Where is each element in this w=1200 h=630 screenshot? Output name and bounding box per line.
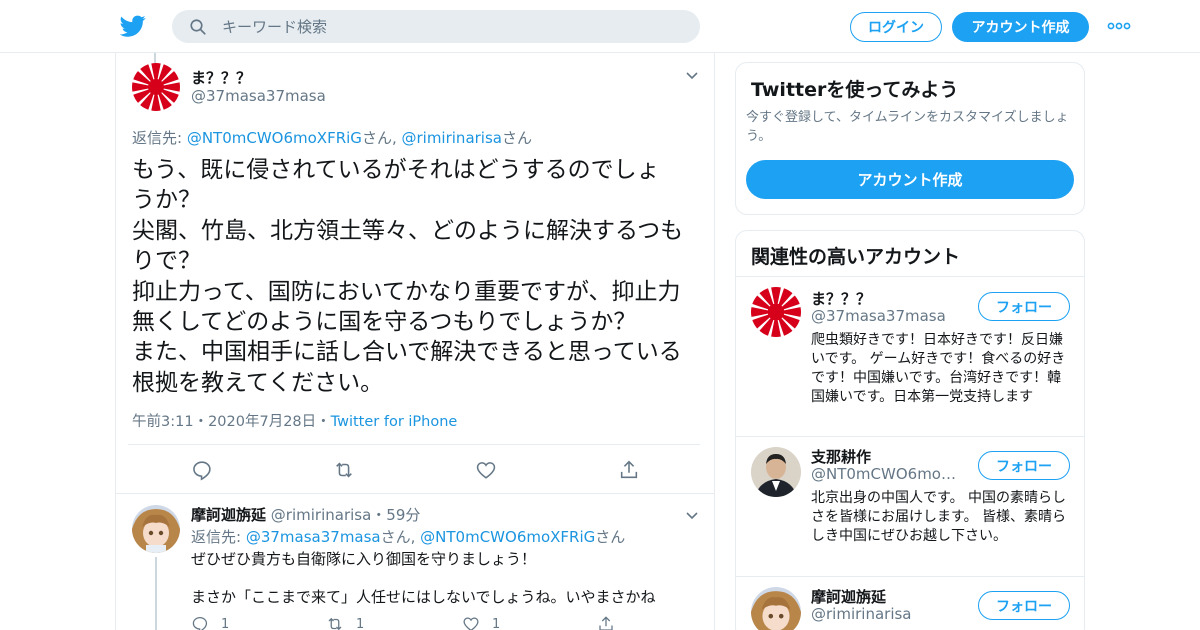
retweet-count-group[interactable]: 1 [326,615,364,630]
card-subtitle: 今すぐ登録して、タイムラインをカスタマイズしましょう。 [746,110,1069,144]
replying-to: 返信先: @37masa37masaさん, @NT0mCWO6moXFRiGさん [191,526,625,547]
replying-to: 返信先: @NT0mCWO6moXFRiGさん, @rimirinarisaさん [132,127,532,148]
like-icon [463,617,479,630]
tweet-metadata: 午前3:11・2020年7月28日・Twitter for iPhone [132,410,457,431]
account-handle[interactable]: @rimirinarisa [811,605,971,623]
follow-button[interactable]: フォロー [978,591,1070,620]
divider [128,444,700,445]
account-handle[interactable]: @37masa37masa [811,307,971,325]
like-count: 1 [492,616,501,630]
mention-link[interactable]: @rimirinarisa [401,129,502,147]
reply-count-group[interactable]: 1 [191,615,229,630]
card-title: Twitterを使ってみよう [751,79,959,101]
avatar[interactable] [751,287,801,337]
account-handle[interactable]: @NT0mCWO6moXFRiG [811,465,966,483]
separator-dot: ・ [316,414,331,430]
signup-promo-card: Twitterを使ってみよう 今すぐ登録して、タイムラインをカスタマイズしましょ… [735,62,1085,215]
rising-sun-flag-icon [751,287,801,337]
search-input[interactable] [222,10,682,43]
mention-link[interactable]: @NT0mCWO6moXFRiG [420,528,595,546]
account-item[interactable]: 摩訶迦旃延 @rimirinarisa フォロー [736,576,1084,630]
more-dots-icon[interactable] [1107,19,1131,33]
person-photo-icon [751,447,801,497]
retweet-icon[interactable] [333,459,355,481]
mention-link[interactable]: @37masa37masa [246,528,381,546]
reply-header: 摩訶迦旃延 @rimirinarisa・59分 [191,504,420,525]
like-icon[interactable] [475,459,497,481]
author-handle[interactable]: @rimirinarisa [271,506,372,524]
avatar[interactable] [132,63,180,111]
tweet-thread-column: ま？？？ @37masa37masa 返信先: @NT0mCWO6moXFRiG… [115,53,715,630]
rising-sun-flag-icon [132,63,180,111]
account-name[interactable]: 摩訶迦旃延 [811,586,886,607]
thread-connector-line [155,557,157,630]
avatar[interactable] [751,447,801,497]
tweet-date[interactable]: 2020年7月28日 [208,414,316,430]
account-name[interactable]: ま？？？ [811,288,871,309]
tweet-text: もう、既に侵されているがそれはどうするのでしょ うか？ 尖閣、竹島、北方領土等々… [132,157,684,396]
login-button[interactable]: ログイン [850,12,942,42]
account-name[interactable]: 支那耕作 [811,446,871,467]
reply-icon [192,616,208,630]
account-item[interactable]: ま？？？ @37masa37masa フォロー 爬虫類好きです！日本好きです！反… [736,276,1084,436]
share-group[interactable] [597,615,615,630]
honorific: さん [595,528,626,546]
follow-button[interactable]: フォロー [978,292,1070,321]
like-count-group[interactable]: 1 [462,615,500,630]
retweet-count: 1 [356,616,365,630]
author-name[interactable]: ま？？？ [191,67,251,88]
twitter-bird-icon[interactable] [120,13,146,39]
mention-link[interactable]: @NT0mCWO6moXFRiG [187,129,362,147]
reply-text-line: ぜひぜひ貴方も自衛隊に入り御国を守りましょう！ [191,550,537,568]
author-name[interactable]: 摩訶迦旃延 [191,506,266,524]
tweet-age[interactable]: ・59分 [371,506,420,524]
share-icon[interactable] [618,459,640,481]
account-bio: 北京出身の中国人です。 中国の素晴らしさを皆様にお届けします。 皆様、素晴らしき… [811,490,1067,544]
separator-dot: ・ [193,414,209,430]
author-handle[interactable]: @37masa37masa [191,87,326,105]
related-accounts-card: 関連性の高いアカウント ま？？？ @37masa37masa フォロー 爬虫類好… [735,230,1085,630]
share-icon [599,616,613,630]
thread-connector-line [154,53,156,63]
follow-button[interactable]: フォロー [978,451,1070,480]
account-item[interactable]: 支那耕作 @NT0mCWO6moXFRiG フォロー 北京出身の中国人です。 中… [736,436,1084,576]
reply-icon[interactable] [191,459,213,481]
tweet-time[interactable]: 午前3:11 [132,414,194,430]
reply-prefix: 返信先: [191,528,246,546]
signup-button[interactable]: アカウント作成 [952,12,1089,42]
search-icon [190,19,206,35]
reply-text-line: まさか「ここまで来て」人任せにはしないでしょうね。いやまさかね [191,588,656,606]
chevron-down-icon[interactable] [685,511,699,521]
retweet-icon [328,617,342,630]
anime-character-avatar-icon [751,587,801,630]
card-title: 関連性の高いアカウント [751,246,961,268]
avatar[interactable] [751,587,801,630]
tweet-actions [116,457,714,487]
search-bar[interactable] [172,10,700,43]
chevron-down-icon[interactable] [685,71,699,81]
honorific: さん [501,129,532,147]
signup-button[interactable]: アカウント作成 [746,160,1074,199]
account-bio: 爬虫類好きです！日本好きです！反日嫌いです。 ゲーム好きです！食べるの好きです！… [811,332,1066,405]
tweet-source-link[interactable]: Twitter for iPhone [331,414,458,430]
anime-character-avatar-icon [132,505,180,553]
avatar[interactable] [132,505,180,553]
top-navigation-bar: ログイン アカウント作成 [0,0,1200,53]
honorific: さん, [380,528,421,546]
honorific: さん, [361,129,402,147]
reply-count: 1 [221,616,230,630]
reply-prefix: 返信先: [132,129,187,147]
divider [116,493,714,494]
